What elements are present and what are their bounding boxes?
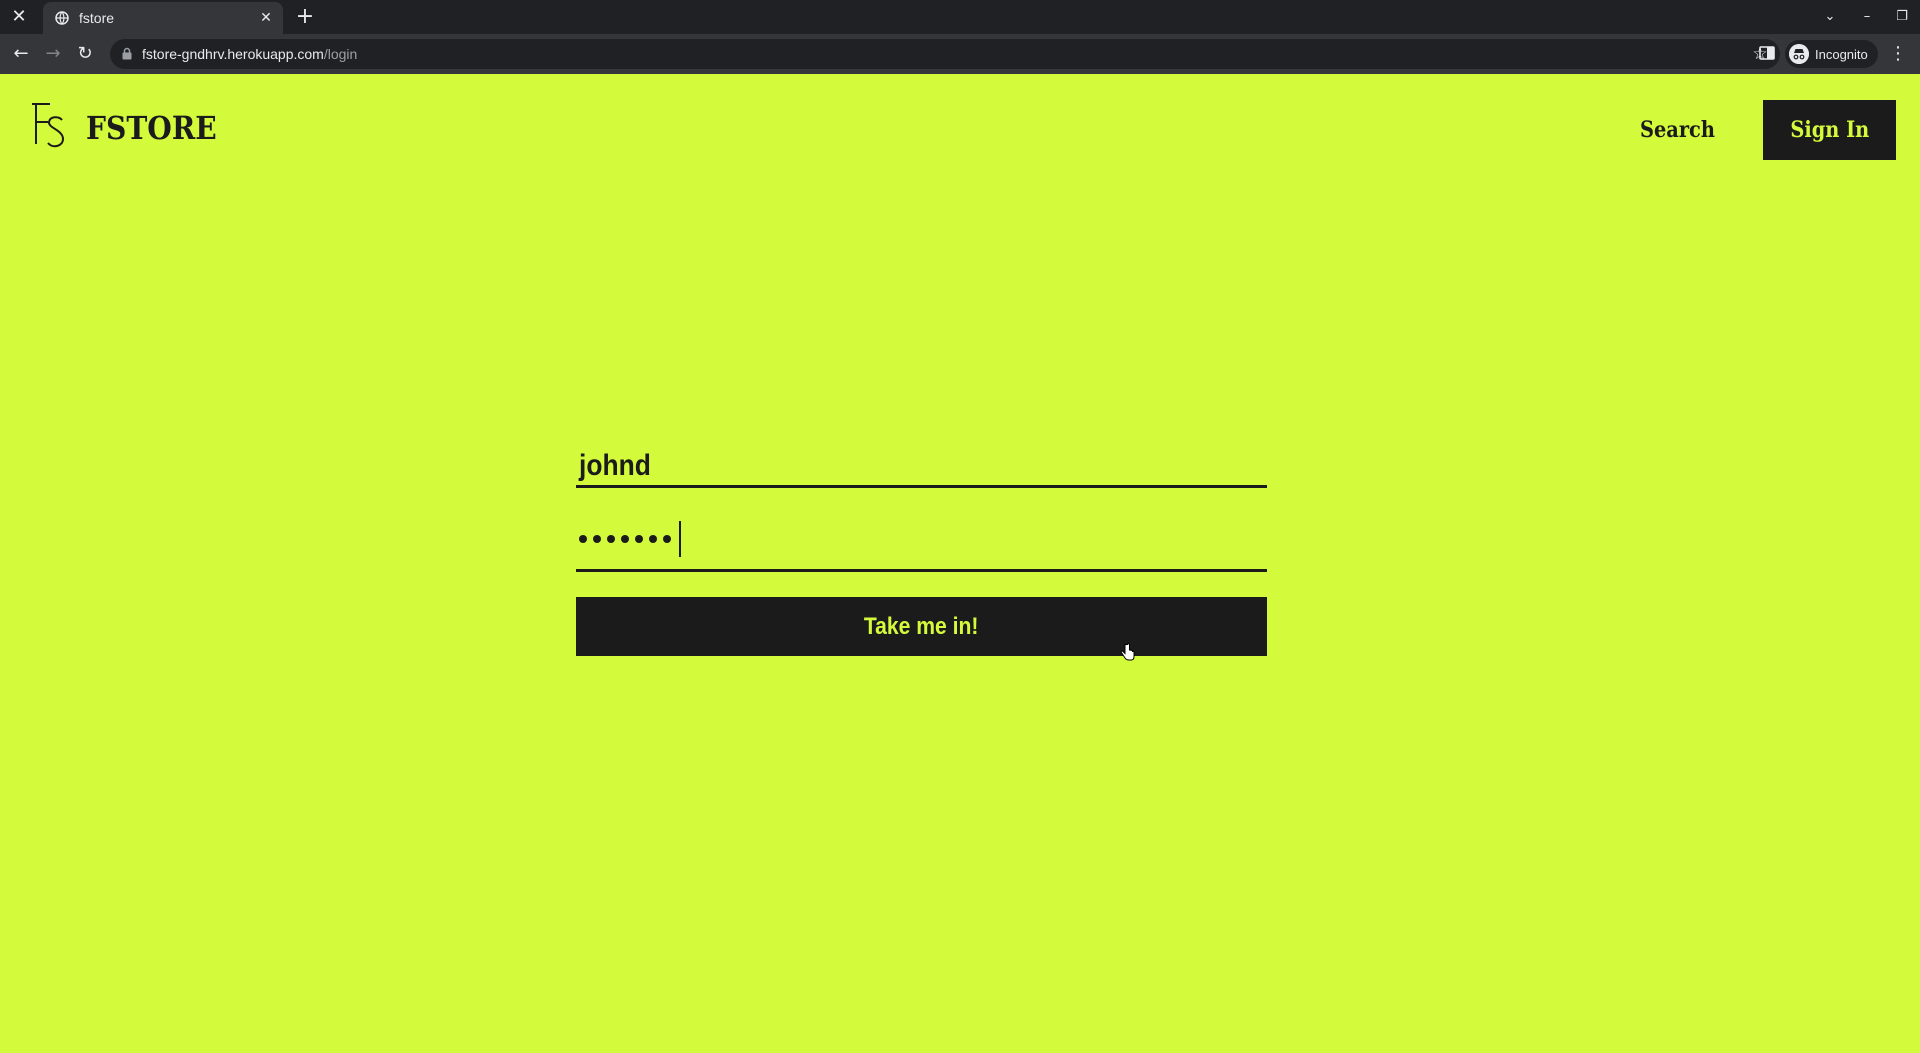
username-value: johnd [579,449,651,482]
password-dot [663,535,671,543]
login-submit-button[interactable]: Take me in! [576,597,1267,656]
reload-icon[interactable]: ↻ [72,41,98,67]
password-dot [607,535,615,543]
text-caret [679,521,681,557]
password-dot [593,535,601,543]
incognito-badge[interactable]: Incognito [1785,40,1878,68]
password-mask [579,521,681,557]
url-path: /login [323,46,358,62]
address-bar[interactable]: fstore-gndhrv.herokuapp.com/login ☆ [110,39,1780,69]
globe-icon [55,11,69,25]
username-input[interactable]: johnd [576,442,1267,488]
url-host: fstore-gndhrv.herokuapp.com [142,46,324,62]
password-dot [635,535,643,543]
restore-icon[interactable]: ❐ [1891,6,1913,28]
site-logo[interactable]: FSTORE [28,100,235,156]
tab-title: fstore [79,10,115,26]
tab-active[interactable]: fstore ✕ [43,2,283,34]
tab-strip: ✕ fstore ✕ + ⌄ – ❐ [0,0,1920,34]
site-logo-text: FSTORE [86,109,217,147]
password-dot [649,535,657,543]
fs-monogram-logo [32,103,65,148]
password-dot [621,535,629,543]
browser-menu-icon[interactable]: ⋮ [1886,41,1910,67]
login-submit-label: Take me in! [864,613,979,640]
incognito-label: Incognito [1815,46,1868,62]
side-panel-icon[interactable] [1756,42,1778,64]
hand-pointer-cursor-icon [1120,643,1135,661]
new-tab-icon[interactable]: + [293,5,317,29]
window-close-icon[interactable]: ✕ [8,6,30,28]
tab-close-icon[interactable]: ✕ [257,9,275,27]
url-text[interactable]: fstore-gndhrv.herokuapp.com/login [142,39,357,69]
nav-signin-label: Sign In [1790,117,1869,143]
browser-toolbar: ← → ↻ fstore-gndhrv.herokuapp.com/login … [0,34,1920,74]
nav-search-link[interactable]: Search [1640,110,1715,150]
tab-search-icon[interactable]: ⌄ [1819,6,1841,28]
password-dot [579,535,587,543]
browser-chrome: ✕ fstore ✕ + ⌄ – ❐ ← → ↻ fstore-gndhrv.h… [0,0,1920,74]
forward-icon[interactable]: → [40,41,66,67]
password-input[interactable] [576,521,1267,572]
lock-icon[interactable] [122,47,132,60]
minimize-icon[interactable]: – [1856,6,1878,28]
nav-signin-button[interactable]: Sign In [1763,100,1896,160]
back-icon[interactable]: ← [8,41,34,67]
incognito-icon [1789,44,1809,64]
